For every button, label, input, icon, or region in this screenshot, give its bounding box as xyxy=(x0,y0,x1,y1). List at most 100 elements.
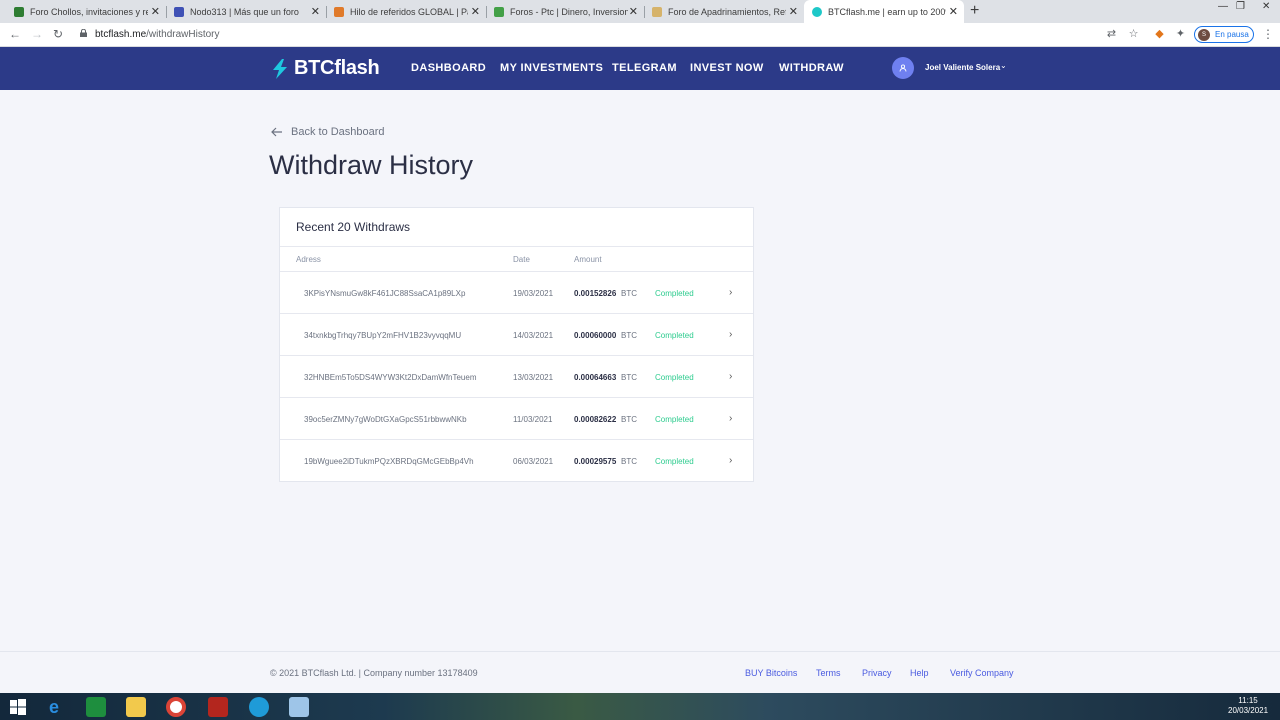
row-unit: BTC xyxy=(621,331,637,340)
table-row[interactable]: 34txnkbgTrhqy7BUpY2mFHV1B23vyvqqMU 14/03… xyxy=(280,314,753,356)
os-taskbar: e 11:15 20/03/2021 xyxy=(0,693,1280,720)
new-tab-icon[interactable]: + xyxy=(970,2,979,20)
table-row[interactable]: 3KPisYNsmuGw8kF461JC88SsaCA1p89LXp 19/03… xyxy=(280,272,753,314)
browser-tab-active[interactable]: BTCflash.me | earn up to 200% in ✕ xyxy=(804,0,964,23)
edge-icon[interactable] xyxy=(249,697,269,717)
footer-link-terms[interactable]: Terms xyxy=(816,668,841,678)
forward-arrow-icon[interactable]: → xyxy=(31,27,43,41)
chevron-right-icon[interactable]: › xyxy=(729,455,732,466)
profile-button[interactable]: S En pausa xyxy=(1194,26,1254,43)
reload-icon[interactable]: ↻ xyxy=(53,27,63,41)
restore-icon[interactable]: ❐ xyxy=(1236,1,1245,12)
user-icon xyxy=(899,64,907,72)
table-row[interactable]: 32HNBEm5To5DS4WYW3Kt2DxDamWfnTeuem 13/03… xyxy=(280,356,753,398)
brand-name: BTCflash xyxy=(294,57,380,79)
chevron-right-icon[interactable]: › xyxy=(729,287,732,298)
row-amount: 0.00152826 xyxy=(574,289,617,298)
back-label: Back to Dashboard xyxy=(291,126,385,138)
table-row[interactable]: 19bWguee2iDTukmPQzXBRDqGMcGEbBp4Vh 06/03… xyxy=(280,440,753,482)
copyright: © 2021 BTCflash Ltd. | Company number 13… xyxy=(270,668,478,678)
status-badge: Completed xyxy=(655,289,694,298)
footer-link-help[interactable]: Help xyxy=(910,668,929,678)
chrome-icon[interactable] xyxy=(166,697,186,717)
browser-tab[interactable]: Foros - Ptc | Dinero, Inversiones, ✕ xyxy=(486,0,644,23)
extensions-puzzle-icon[interactable]: ✦ xyxy=(1174,28,1187,41)
nav-dashboard[interactable]: DASHBOARD xyxy=(411,62,486,74)
row-address: 19bWguee2iDTukmPQzXBRDqGMcGEbBp4Vh xyxy=(304,457,474,466)
browser-tab-bar: Foro Chollos, invitaciones y refe ✕ Nodo… xyxy=(0,0,1280,23)
browser-tab[interactable]: Foro de Apadrinamientos, Referi ✕ xyxy=(644,0,804,23)
chevron-down-icon[interactable]: ⌄ xyxy=(1000,61,1007,70)
footer-link-privacy[interactable]: Privacy xyxy=(862,668,892,678)
nav-invest-now[interactable]: INVEST NOW xyxy=(690,62,764,74)
nav-telegram[interactable]: TELEGRAM xyxy=(612,62,677,74)
close-tab-icon[interactable]: ✕ xyxy=(949,5,958,18)
row-unit: BTC xyxy=(621,457,637,466)
table-row[interactable]: 39oc5erZMNy7gWoDtGXaGpcS51rbbwwNKb 11/03… xyxy=(280,398,753,440)
translate-icon[interactable]: ⇄ xyxy=(1105,28,1118,41)
card-title: Recent 20 Withdraws xyxy=(280,208,753,247)
nav-withdraw[interactable]: WITHDRAW xyxy=(779,62,844,74)
row-date: 06/03/2021 xyxy=(513,457,554,466)
browser-menu-icon[interactable]: ⋮ xyxy=(1262,27,1274,41)
row-address: 32HNBEm5To5DS4WYW3Kt2DxDamWfnTeuem xyxy=(304,373,477,382)
paint-icon[interactable] xyxy=(289,697,309,717)
internet-explorer-icon[interactable]: e xyxy=(44,697,64,717)
close-tab-icon[interactable]: ✕ xyxy=(629,5,638,18)
profile-status: En pausa xyxy=(1215,30,1249,39)
close-window-icon[interactable]: ✕ xyxy=(1262,1,1270,12)
chevron-right-icon[interactable]: › xyxy=(729,329,732,340)
taskbar-clock[interactable]: 11:15 20/03/2021 xyxy=(1228,696,1268,716)
user-name[interactable]: Joel Valiente Solera xyxy=(925,63,1000,72)
row-date: 19/03/2021 xyxy=(513,289,554,298)
chevron-right-icon[interactable]: › xyxy=(729,413,732,424)
dota-icon[interactable] xyxy=(208,697,228,717)
column-amount: Amount xyxy=(574,255,602,264)
metamask-icon[interactable]: ◆ xyxy=(1153,28,1166,41)
url-field[interactable]: btcflash.me/withdrawHistory xyxy=(95,29,220,40)
bookmark-star-icon[interactable]: ☆ xyxy=(1127,28,1140,41)
close-tab-icon[interactable]: ✕ xyxy=(471,5,480,18)
back-to-dashboard-link[interactable]: Back to Dashboard xyxy=(271,126,385,138)
row-amount: 0.00060000 xyxy=(574,331,617,340)
site-navbar: BTCflash DASHBOARD MY INVESTMENTS TELEGR… xyxy=(0,47,1280,90)
row-amount: 0.00029575 xyxy=(574,457,617,466)
chevron-right-icon[interactable]: › xyxy=(729,371,732,382)
row-date: 14/03/2021 xyxy=(513,331,554,340)
column-date: Date xyxy=(513,255,530,264)
file-explorer-icon[interactable] xyxy=(126,697,146,717)
store-icon[interactable] xyxy=(86,697,106,717)
arrow-left-icon xyxy=(271,127,282,137)
close-tab-icon[interactable]: ✕ xyxy=(311,5,320,18)
lock-icon[interactable] xyxy=(80,29,87,37)
brand-logo[interactable]: BTCflash xyxy=(270,57,380,80)
row-address: 34txnkbgTrhqy7BUpY2mFHV1B23vyvqqMU xyxy=(304,331,462,340)
tab-title: Hilo de referidos GLOBAL | Págin xyxy=(350,6,468,17)
status-badge: Completed xyxy=(655,373,694,382)
browser-tab[interactable]: Hilo de referidos GLOBAL | Págin ✕ xyxy=(326,0,486,23)
page-title: Withdraw History xyxy=(269,150,474,180)
row-unit: BTC xyxy=(621,373,637,382)
tab-title: BTCflash.me | earn up to 200% in xyxy=(828,6,946,17)
row-unit: BTC xyxy=(621,289,637,298)
profile-avatar: S xyxy=(1198,28,1210,41)
favicon-icon xyxy=(14,6,24,17)
minimize-icon[interactable]: — xyxy=(1218,1,1228,12)
close-tab-icon[interactable]: ✕ xyxy=(789,5,798,18)
favicon-icon xyxy=(334,6,344,17)
browser-tab[interactable]: Nodo313 | Más que un foro ✕ xyxy=(166,0,326,23)
column-address: Adress xyxy=(296,255,321,264)
footer-link-buy-bitcoins[interactable]: BUY Bitcoins xyxy=(745,668,797,678)
nav-my-investments[interactable]: MY INVESTMENTS xyxy=(500,62,603,74)
address-bar: ← → ↻ btcflash.me/withdrawHistory ⇄ ☆ ◆ … xyxy=(0,23,1280,47)
windows-start-icon[interactable] xyxy=(8,697,28,717)
user-avatar[interactable] xyxy=(892,57,914,79)
row-date: 11/03/2021 xyxy=(513,415,553,424)
browser-tab[interactable]: Foro Chollos, invitaciones y refe ✕ xyxy=(6,0,166,23)
favicon-icon xyxy=(174,6,184,17)
close-tab-icon[interactable]: ✕ xyxy=(151,5,160,18)
table-header: Adress Date Amount xyxy=(280,247,753,272)
withdraws-card: Recent 20 Withdraws Adress Date Amount 3… xyxy=(279,207,754,482)
back-arrow-icon[interactable]: ← xyxy=(9,27,21,41)
footer-link-verify-company[interactable]: Verify Company xyxy=(950,668,1014,678)
